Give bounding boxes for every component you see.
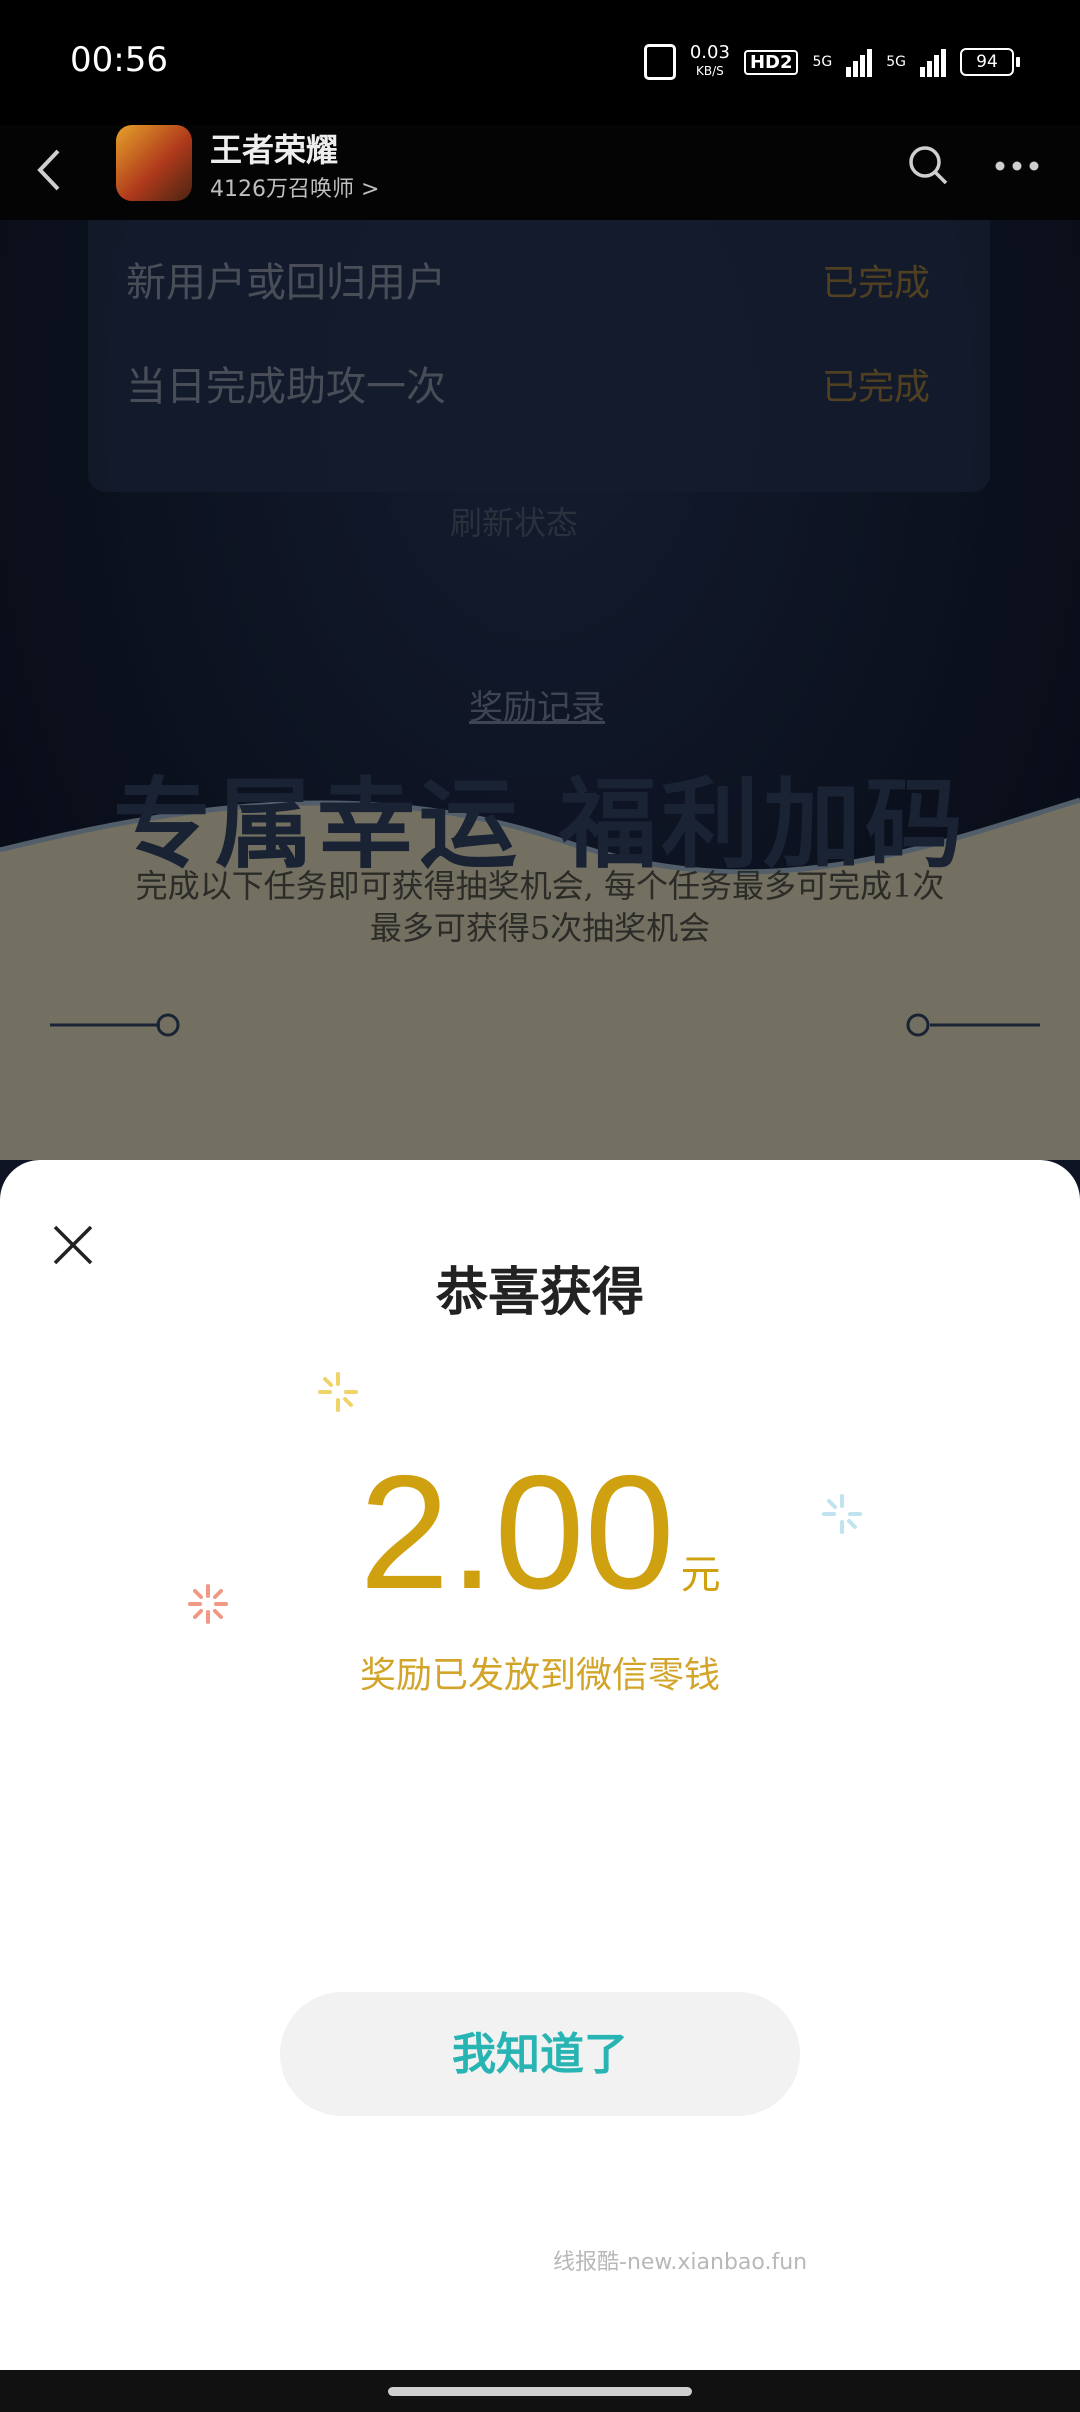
status-icons: 0.03 KB/S HD2 5G 5G 94	[643, 44, 1020, 80]
reward-amount: 2.00 元	[0, 1440, 1080, 1626]
more-icon[interactable]	[994, 160, 1040, 172]
reward-note: 奖励已发放到微信零钱	[359, 1655, 720, 1696]
signal-icon-2	[920, 47, 946, 77]
nfc-icon	[643, 44, 676, 80]
sparkle-icon	[318, 1372, 358, 1412]
reward-dialog: 恭喜获得 2.00 元 奖励已发放到微信零钱 我知道了 线报酷-new.xianb…	[0, 1160, 1080, 2370]
modal-overlay[interactable]	[0, 220, 1080, 1160]
status-bar: 00:56 0.03 KB/S HD2 5G 5G 94	[0, 0, 1080, 125]
battery-tip	[1016, 57, 1020, 67]
sim1-label: 5G	[812, 54, 833, 70]
search-icon[interactable]	[906, 143, 950, 187]
status-time: 00:56	[70, 40, 168, 80]
watermark: 线报酷-new.xianbao.fun	[553, 2250, 808, 2275]
confirm-button[interactable]: 我知道了	[280, 1992, 800, 2116]
game-subtitle[interactable]: 4126万召唤师 >	[210, 171, 379, 203]
amount-value: 2.00	[359, 1442, 675, 1623]
app-header: 王者荣耀 4126万召唤师 >	[0, 125, 1080, 220]
amount-unit: 元	[680, 1552, 721, 1598]
game-avatar[interactable]	[116, 125, 192, 201]
navigation-bar	[0, 2370, 1080, 2412]
back-icon[interactable]	[30, 145, 70, 195]
speed-value: 0.03	[689, 42, 730, 63]
dialog-title: 恭喜获得	[435, 1263, 644, 1323]
hd-icon: HD2	[743, 49, 799, 75]
network-speed: 0.03 KB/S	[690, 44, 730, 80]
sim2-label: 5G	[886, 54, 906, 70]
signal-icon	[846, 47, 873, 77]
home-indicator[interactable]	[388, 2387, 692, 2396]
battery-icon: 94	[960, 48, 1014, 76]
speed-unit: KB/S	[696, 64, 724, 78]
game-title[interactable]: 王者荣耀	[210, 125, 338, 171]
